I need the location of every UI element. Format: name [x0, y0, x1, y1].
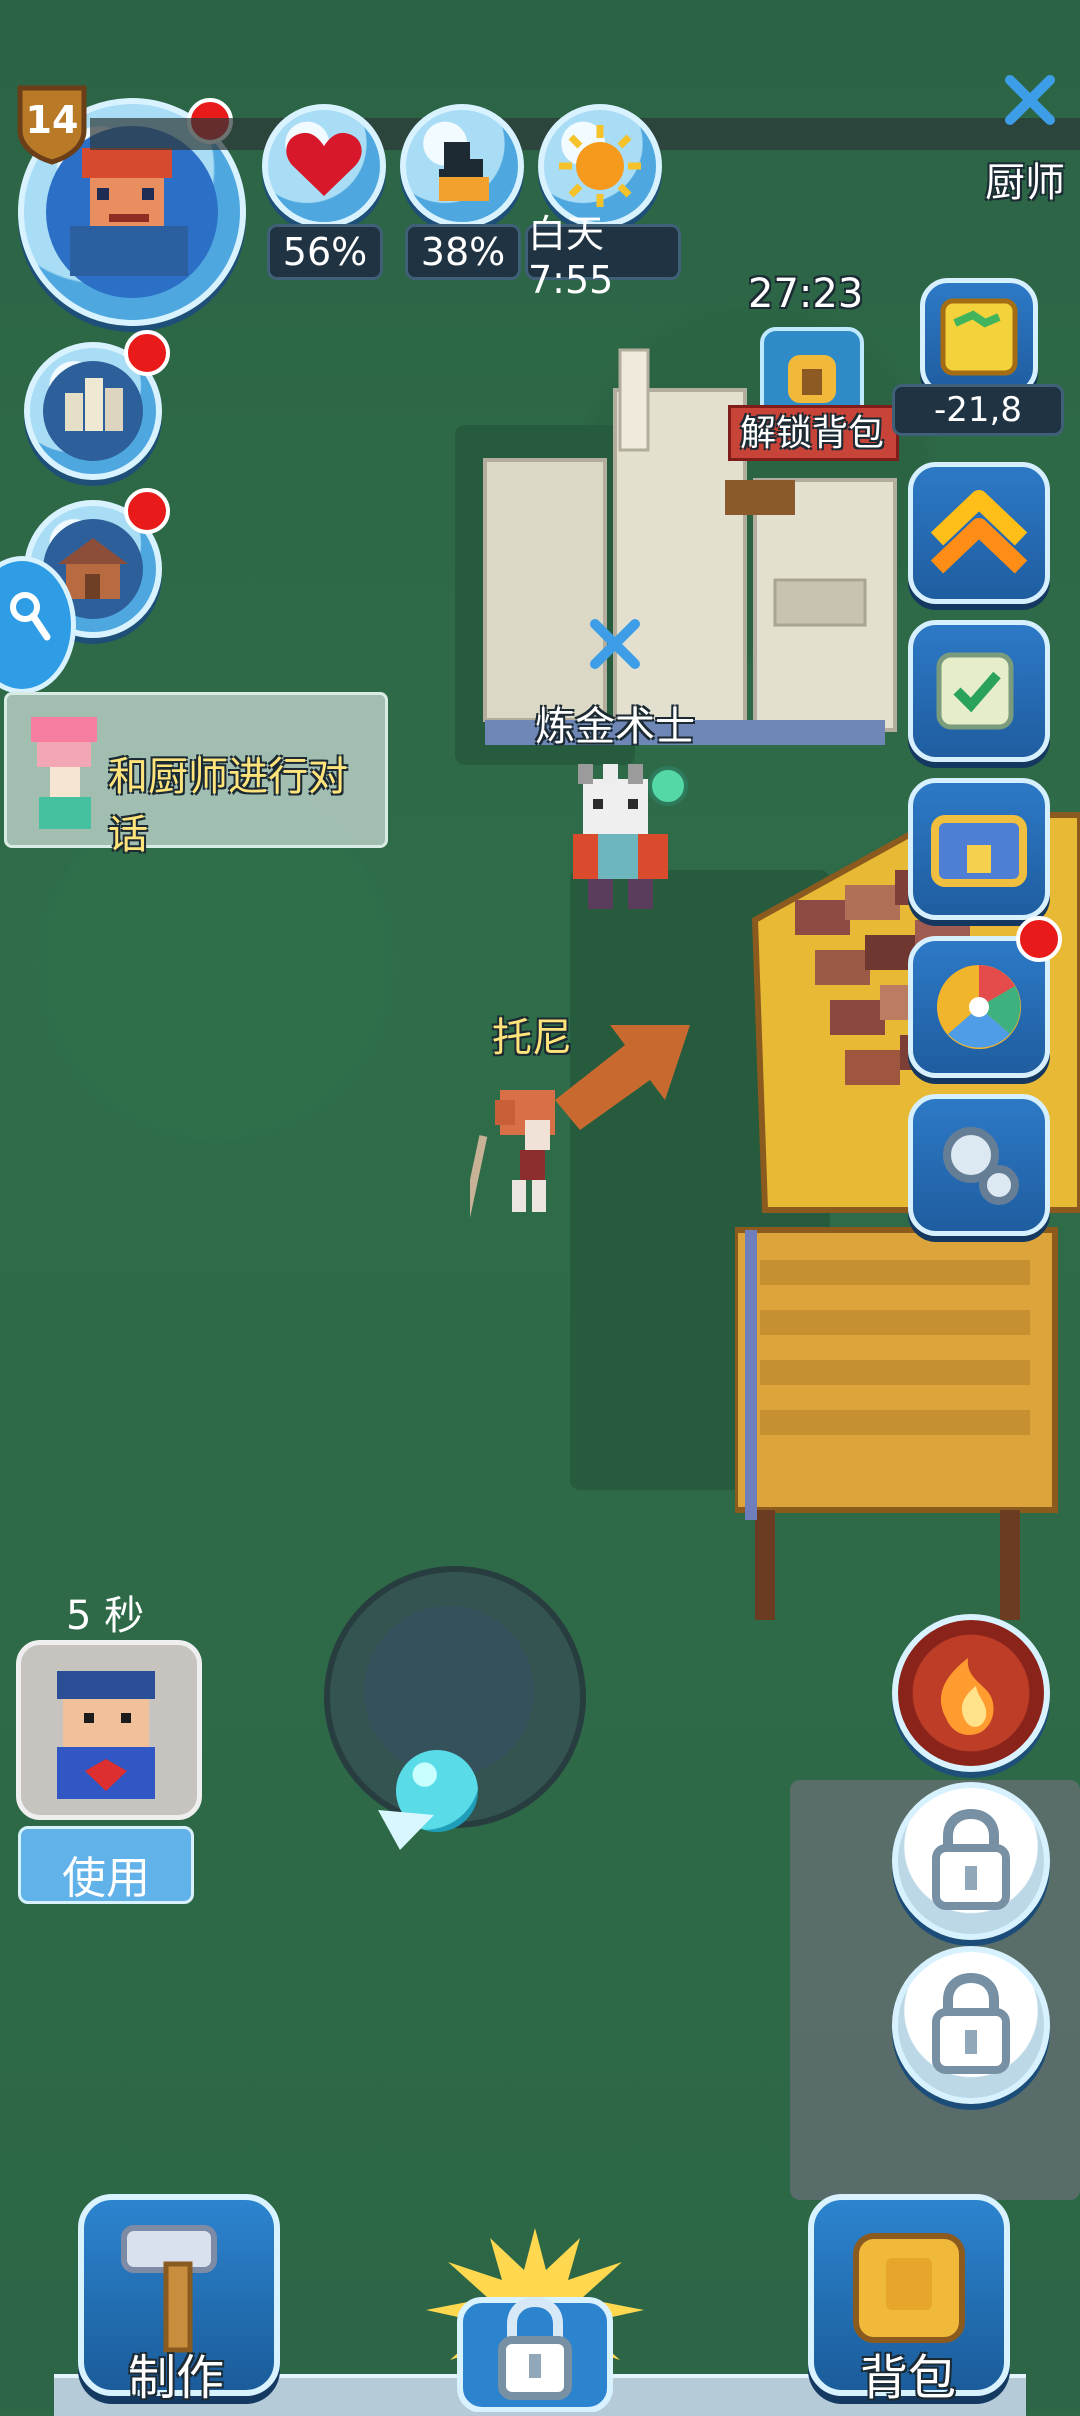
fire-skill-button[interactable]: [892, 1614, 1050, 1772]
map-scroll-icon: [940, 298, 1018, 376]
backpack-label: 背包: [860, 2350, 957, 2406]
joystick-inner-ring: [364, 1606, 534, 1776]
notification-dot: [1016, 916, 1062, 962]
use-skill-button[interactable]: 使用: [18, 1826, 194, 1904]
search-icon: [10, 592, 51, 641]
chef-label: 厨师: [985, 160, 1065, 206]
superhero-skill-card[interactable]: [16, 1640, 202, 1820]
scroll-check-icon: [936, 652, 1014, 730]
quest-text: 和厨师进行对话: [108, 754, 348, 858]
treasure-chest-icon: [931, 815, 1027, 887]
locked-center-button[interactable]: [420, 2228, 650, 2413]
player-level-text: 14: [25, 98, 79, 142]
alchemist-character[interactable]: [548, 764, 698, 914]
hunger-value: 38%: [405, 224, 521, 280]
lock-icon: [932, 1972, 1010, 2074]
movement-joystick[interactable]: [324, 1566, 586, 1850]
notification-dot: [124, 488, 170, 534]
wrench-icon-alchemist: [585, 614, 645, 674]
upgrade-button[interactable]: [908, 462, 1050, 604]
settings-button[interactable]: [908, 1094, 1050, 1236]
double-arrow-up-icon: [930, 490, 1028, 574]
gear-icon: [943, 1127, 1019, 1205]
unlock-timer: 27:23: [748, 271, 864, 317]
map-coordinates: -21,8: [892, 384, 1064, 436]
fire-icon: [941, 1658, 994, 1735]
map-button[interactable]: [920, 278, 1038, 396]
chef-npc-icon: [31, 717, 97, 829]
food-icon: [439, 142, 489, 201]
backpack-button[interactable]: 背包: [808, 2194, 1010, 2406]
time-value: 白天7:55: [525, 212, 681, 302]
player-level-badge: 14: [10, 82, 94, 166]
wheel-icon: [937, 965, 1021, 1049]
unlock-backpack-label: 解锁背包: [740, 413, 885, 454]
craft-button[interactable]: 制作: [78, 2194, 280, 2406]
skill-cooldown: 5 秒: [66, 1593, 145, 1639]
locked-skill-slot-1[interactable]: [892, 1782, 1050, 1940]
notification-dot: [124, 330, 170, 376]
quest-panel[interactable]: 和厨师进行对话: [4, 692, 388, 858]
player-name: 托尼: [492, 1015, 572, 1061]
quest-scroll-button[interactable]: [908, 620, 1050, 762]
craft-label: 制作: [128, 2350, 225, 2406]
heart-icon: [286, 132, 362, 196]
superhero-icon: [57, 1671, 155, 1799]
chest-button[interactable]: [908, 778, 1050, 920]
use-skill-label: 使用: [62, 1853, 150, 1904]
lock-icon: [932, 1808, 1010, 1910]
joystick-arrow-icon: [378, 1810, 434, 1850]
wrench-icon-chef: [1000, 70, 1060, 130]
health-meter: [262, 104, 386, 228]
hunger-meter: [400, 104, 524, 228]
health-value: 56%: [267, 224, 383, 280]
player-character: [459, 1080, 590, 1240]
locked-skill-slot-2[interactable]: [892, 1946, 1050, 2104]
alchemist-label: 炼金术士: [535, 704, 695, 750]
